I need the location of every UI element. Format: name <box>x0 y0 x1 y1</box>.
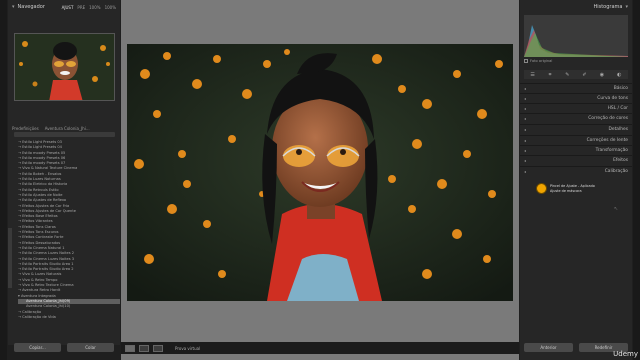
panel-section-label: Correções de lente <box>586 138 628 143</box>
expand-triangle-icon[interactable]: ◂ <box>524 158 526 163</box>
image-canvas: Prova virtual <box>121 0 519 360</box>
healing-icon[interactable]: ✎ <box>563 72 571 78</box>
mask-icon[interactable]: ◐ <box>615 72 623 78</box>
histogram-header[interactable]: Histograma ▾ <box>520 0 632 14</box>
histogram-graph <box>524 15 628 57</box>
panel-section-label: Correção de cores <box>588 116 628 121</box>
right-panel: Histograma ▾ Foto original ☰ ⌗ ✎ ✐ ◉ ◐ ◂… <box>520 0 632 360</box>
pin-tooltip: Pincel de Ajuste - Aplicado Ajuste de má… <box>550 184 595 192</box>
presets-title: Predefinições <box>12 125 39 131</box>
histogram-curve <box>524 25 628 57</box>
right-edge-strip <box>633 0 640 360</box>
panel-section-label: Curva de tons <box>597 96 628 101</box>
presets-list: → Estilo Light Presets 03 → Estilo Light … <box>18 140 120 338</box>
panel-section-label: Básico <box>613 86 628 91</box>
panel-section-label: Calibração <box>604 169 628 174</box>
expand-triangle-icon[interactable]: ◂ <box>524 127 526 132</box>
tool-strip: ☰ ⌗ ✎ ✐ ◉ ◐ <box>524 70 628 79</box>
panel-section-header[interactable]: ◂ Calibração <box>520 166 632 176</box>
zoom-options: AJUST PRE 100% 100% <box>62 5 116 10</box>
copy-button[interactable]: Copiar... <box>14 343 61 352</box>
pin-tooltip-line2: Ajuste de máscara <box>550 188 582 193</box>
compare-view-button[interactable] <box>139 344 149 352</box>
portrait-photo <box>127 44 513 301</box>
thumbnail-photo <box>15 34 114 100</box>
expand-triangle-icon[interactable]: ◂ <box>524 169 526 174</box>
navigator-title: Navegador <box>17 4 45 10</box>
presets-user-label: Aventura Colonia_Jhi... <box>44 125 90 131</box>
panel-section-header[interactable]: ◂ Transformação <box>520 145 632 155</box>
expand-triangle-icon[interactable]: ◂ <box>524 148 526 153</box>
panel-section-label: Transformação <box>595 148 628 153</box>
brush-icon[interactable]: ✐ <box>581 72 589 78</box>
panel-section-header[interactable]: ◂ Curva de tons <box>520 93 632 103</box>
collapse-triangle-icon[interactable]: ▾ <box>625 4 628 10</box>
panel-section-header[interactable]: ◂ Básico <box>520 83 632 93</box>
panel-section-label: Detalhes <box>608 127 629 132</box>
zoom-custom[interactable]: 100% <box>105 5 116 10</box>
expand-triangle-icon[interactable]: ◂ <box>524 106 526 111</box>
navigator-thumbnail[interactable] <box>14 33 115 101</box>
panel-section-header[interactable]: ◂ Correções de lente <box>520 135 632 145</box>
lightroom-develop-window: ▾ Navegador AJUST PRE 100% 100% Predefin… <box>0 0 640 360</box>
zoom-100[interactable]: 100% <box>89 5 100 10</box>
crop-icon[interactable]: ⌗ <box>546 72 554 78</box>
panel-section-header[interactable]: ◂ Efeitos <box>520 155 632 165</box>
original-photo-label: Foto original <box>530 59 553 63</box>
checkbox-icon <box>524 59 528 63</box>
preset-item[interactable]: → Calibração de Vida <box>18 315 120 320</box>
bottom-toolbar: Prova virtual <box>121 342 519 354</box>
original-photo-checkbox[interactable]: Foto original <box>524 59 552 63</box>
presets-search-input[interactable] <box>14 132 115 137</box>
panel-section-header[interactable]: ◂ HSL / Cor <box>520 103 632 113</box>
pin-icon[interactable] <box>536 183 547 194</box>
left-button-row: Copiar... Colar <box>8 343 120 353</box>
panel-section-header[interactable]: ◂ Correção de cores <box>520 113 632 123</box>
adjustment-brush-pin[interactable]: Pincel de Ajuste - Aplicado Ajuste de má… <box>536 183 595 194</box>
expand-triangle-icon[interactable]: ◂ <box>524 86 526 91</box>
left-panel: ▾ Navegador AJUST PRE 100% 100% Predefin… <box>8 0 120 345</box>
collapse-triangle-icon[interactable]: ▾ <box>12 4 15 10</box>
navigator-header[interactable]: ▾ Navegador AJUST PRE 100% 100% <box>8 0 120 14</box>
redeye-icon[interactable]: ◉ <box>598 72 606 78</box>
previous-button[interactable]: Anterior <box>524 343 573 352</box>
sliders-icon[interactable]: ☰ <box>529 72 537 78</box>
left-edge-strip <box>0 0 7 360</box>
expand-triangle-icon[interactable]: ◂ <box>524 138 526 143</box>
paste-button[interactable]: Colar <box>67 343 114 352</box>
main-photo[interactable] <box>127 44 513 301</box>
panel-section-header[interactable]: ◂ Detalhes <box>520 124 632 134</box>
soft-proof-label[interactable]: Prova virtual <box>175 346 200 351</box>
udemy-watermark: Udemy <box>613 350 638 358</box>
zoom-fill[interactable]: PRE <box>77 5 85 10</box>
loupe-view-button[interactable] <box>125 344 135 352</box>
panel-section-label: Efeitos <box>613 158 628 163</box>
expand-triangle-icon[interactable]: ◂ <box>524 96 526 101</box>
histogram-title: Histograma <box>593 4 623 10</box>
zoom-fit[interactable]: AJUST <box>62 5 74 10</box>
presets-scrollbar[interactable] <box>8 228 12 288</box>
panel-section-label: HSL / Cor <box>607 106 628 111</box>
before-after-button[interactable] <box>153 344 163 352</box>
expand-triangle-icon[interactable]: ◂ <box>524 116 526 121</box>
cursor-arrow-icon: ↖ <box>614 206 619 212</box>
